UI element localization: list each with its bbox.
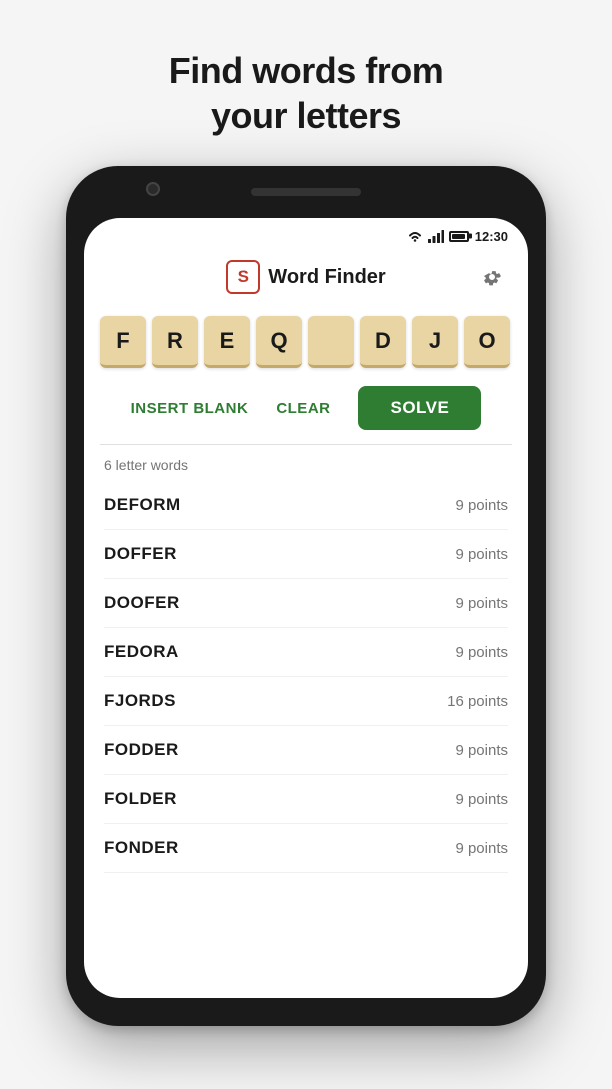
word-row: FONDER 9 points: [104, 824, 508, 873]
tile-blank[interactable]: [308, 316, 354, 368]
tile-O[interactable]: O: [464, 316, 510, 368]
word-points: 9 points: [455, 595, 508, 612]
app-logo: S Word Finder: [226, 260, 385, 294]
phone-camera: [146, 182, 160, 196]
word-text: DOFFER: [104, 544, 177, 564]
word-text: FODDER: [104, 740, 179, 760]
tile-Q[interactable]: Q: [256, 316, 302, 368]
tile-E[interactable]: E: [204, 316, 250, 368]
words-section: 6 letter words DEFORM 9 points DOFFER 9 …: [84, 445, 528, 998]
word-points: 9 points: [455, 644, 508, 661]
word-row: FEDORA 9 points: [104, 628, 508, 677]
signal-icon: [428, 230, 444, 243]
phone-speaker: [251, 188, 361, 196]
battery-icon: [449, 231, 469, 242]
word-points: 9 points: [455, 497, 508, 514]
word-text: FJORDS: [104, 691, 176, 711]
settings-button[interactable]: [476, 261, 508, 293]
word-row: DOFFER 9 points: [104, 530, 508, 579]
word-points: 9 points: [455, 791, 508, 808]
word-text: FOLDER: [104, 789, 177, 809]
word-points: 16 points: [447, 693, 508, 710]
word-text: DEFORM: [104, 495, 181, 515]
phone-screen: 12:30 S Word Finder F R E Q: [84, 218, 528, 998]
gear-icon: [480, 265, 504, 289]
word-row: FOLDER 9 points: [104, 775, 508, 824]
solve-button[interactable]: SOLVE: [358, 386, 481, 430]
status-icons: [407, 230, 469, 243]
word-row: DOOFER 9 points: [104, 579, 508, 628]
word-row: FODDER 9 points: [104, 726, 508, 775]
clear-button[interactable]: CLEAR: [276, 400, 330, 417]
word-text: DOOFER: [104, 593, 180, 613]
tile-F[interactable]: F: [100, 316, 146, 368]
section-label: 6 letter words: [104, 457, 508, 473]
headline-line1: Find words from: [169, 50, 444, 91]
word-points: 9 points: [455, 840, 508, 857]
tile-R[interactable]: R: [152, 316, 198, 368]
status-bar: 12:30: [84, 218, 528, 250]
word-text: FONDER: [104, 838, 179, 858]
tile-D[interactable]: D: [360, 316, 406, 368]
phone-frame: 12:30 S Word Finder F R E Q: [66, 166, 546, 1026]
app-title: Word Finder: [268, 266, 385, 289]
tile-J[interactable]: J: [412, 316, 458, 368]
tiles-area: F R E Q D J O: [84, 304, 528, 376]
app-headline: Find words from your letters: [169, 48, 444, 138]
headline-line2: your letters: [211, 95, 401, 136]
word-points: 9 points: [455, 546, 508, 563]
logo-icon: S: [226, 260, 260, 294]
insert-blank-button[interactable]: INSERT BLANK: [131, 400, 249, 417]
word-row: DEFORM 9 points: [104, 481, 508, 530]
wifi-icon: [407, 230, 423, 243]
word-row: FJORDS 16 points: [104, 677, 508, 726]
status-time: 12:30: [475, 229, 508, 244]
app-header: S Word Finder: [84, 250, 528, 304]
word-text: FEDORA: [104, 642, 179, 662]
word-points: 9 points: [455, 742, 508, 759]
action-buttons: INSERT BLANK CLEAR SOLVE: [84, 376, 528, 444]
